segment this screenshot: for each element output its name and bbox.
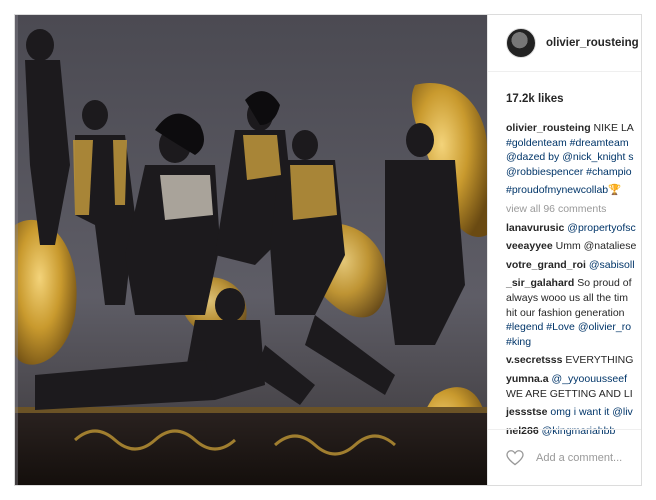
comment: yumna.a @_yyoouusseef xyxy=(506,372,641,387)
caption-username[interactable]: olivier_rousteing xyxy=(506,122,591,134)
add-comment-input[interactable]: Add a comment... xyxy=(536,452,622,464)
view-all-comments-link[interactable]: view all 96 comments xyxy=(506,202,641,217)
caption-line: #proudofmynewcollab🏆 xyxy=(506,183,641,198)
heart-icon[interactable] xyxy=(506,449,524,466)
post-photo[interactable] xyxy=(15,15,487,485)
post-sidebar: olivier_rousteing 17.2k likes olivier_ro… xyxy=(487,15,641,485)
comment-text[interactable]: @_yyoouusseef xyxy=(552,373,627,385)
comment-text[interactable]: @propertyofsc xyxy=(567,222,635,234)
comment-text: EVERYTHING xyxy=(565,354,634,367)
comment-continued[interactable]: #legend #Love @olivier_ro xyxy=(506,320,641,335)
caption-line-2[interactable]: @dazed by @nick_knight s xyxy=(506,151,634,163)
caption-line-4[interactable]: #proudofmynewcollab xyxy=(506,184,608,196)
comment-username[interactable]: votre_grand_roi xyxy=(506,259,586,271)
comment-username[interactable]: veeayyee xyxy=(506,240,553,252)
comment-text: So proud of xyxy=(577,277,632,290)
comment: lanavurusic @propertyofsc xyxy=(506,221,641,236)
caption-line: @robbiespencer #champio xyxy=(506,165,641,180)
caption-line: #goldenteam #dreamteam xyxy=(506,136,641,151)
caption: olivier_rousteing NIKE LA xyxy=(506,121,641,136)
comment: v.secretsss EVERYTHING xyxy=(506,353,641,368)
post-author-username[interactable]: olivier_rousteing xyxy=(546,37,639,49)
post-header: olivier_rousteing xyxy=(488,15,641,72)
post-container: olivier_rousteing 17.2k likes olivier_ro… xyxy=(14,14,642,486)
comment-text: Umm @nataliese xyxy=(555,240,637,253)
comment: _sir_galahard So proud of xyxy=(506,276,641,291)
comment-username[interactable]: _sir_galahard xyxy=(506,277,574,289)
comment-username[interactable]: v.secretsss xyxy=(506,354,562,366)
comment-continued[interactable]: #king xyxy=(506,335,641,350)
comment-username[interactable]: lanavurusic xyxy=(506,222,564,234)
comment: votre_grand_roi @sabisoll xyxy=(506,258,641,273)
comment-bar: Add a comment... xyxy=(488,429,641,485)
comment-text[interactable]: @sabisoll xyxy=(589,259,635,271)
comment-continued: always wooo us all the tim xyxy=(506,291,628,304)
comments-list: olivier_rousteing NIKE LA #goldenteam #d… xyxy=(506,121,641,442)
caption-line-0: NIKE LA xyxy=(593,122,634,134)
avatar[interactable] xyxy=(506,28,536,58)
caption-line-1[interactable]: #goldenteam #dreamteam xyxy=(506,137,629,149)
comment-continued: hit our fashion generation xyxy=(506,306,625,319)
caption-line-3[interactable]: @robbiespencer #champio xyxy=(506,166,632,178)
comment: jessstse omg i want it @liv xyxy=(506,405,641,420)
comment-continued: WE ARE GETTING AND LI xyxy=(506,387,633,400)
caption-line: @dazed by @nick_knight s xyxy=(506,150,641,165)
trophy-icon: 🏆 xyxy=(608,184,622,197)
likes-count[interactable]: 17.2k likes xyxy=(506,93,564,105)
fashion-campaign-image xyxy=(15,15,487,485)
comment-username[interactable]: yumna.a xyxy=(506,373,549,385)
comment-username[interactable]: jessstse xyxy=(506,406,547,418)
comment-text[interactable]: omg i want it @liv xyxy=(550,406,632,418)
comment: veeayyee Umm @nataliese xyxy=(506,239,641,254)
